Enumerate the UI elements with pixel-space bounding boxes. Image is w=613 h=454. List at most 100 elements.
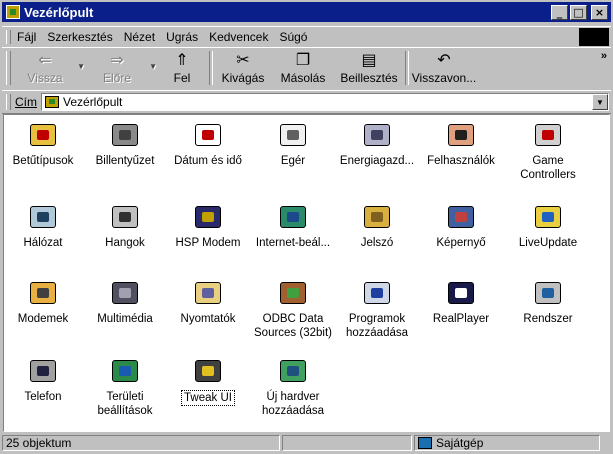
control-panel-item[interactable]: Billentyűzet bbox=[82, 119, 168, 168]
forward-arrow-icon: ⇒ bbox=[110, 50, 124, 69]
control-panel-item[interactable]: Képernyő bbox=[418, 201, 504, 250]
toolbar-overflow-chevron[interactable]: » bbox=[601, 50, 607, 62]
icon-grid: Betűtípusok Billentyűzet Dátum és idő Egér E… bbox=[4, 115, 609, 431]
realplayer-icon bbox=[445, 277, 477, 309]
control-panel-item[interactable]: Nyomtatók bbox=[165, 277, 251, 326]
menu-file[interactable]: Fájl bbox=[17, 30, 36, 44]
speaker-icon bbox=[109, 201, 141, 233]
toolbar-grip[interactable] bbox=[6, 51, 11, 85]
network-icon bbox=[27, 201, 59, 233]
control-panel-item-label: Jelszó bbox=[360, 237, 394, 249]
joystick-icon bbox=[532, 119, 564, 151]
status-zone-label: Sajátgép bbox=[436, 436, 484, 450]
control-panel-item-label: Tweak UI bbox=[181, 390, 235, 406]
menu-favorites[interactable]: Kedvencek bbox=[209, 30, 268, 44]
tools-icon bbox=[192, 201, 224, 233]
control-panel-item-label: Telefon bbox=[24, 391, 62, 403]
control-panel-item[interactable]: Tweak UI bbox=[165, 355, 251, 406]
control-panel-item[interactable]: Felhasználók bbox=[418, 119, 504, 168]
menu-go[interactable]: Ugrás bbox=[166, 30, 198, 44]
minimize-button[interactable]: _ bbox=[551, 4, 568, 20]
menu-view[interactable]: Nézet bbox=[124, 30, 155, 44]
copy-button[interactable]: ❐ Másolás bbox=[273, 48, 333, 88]
menu-grip[interactable] bbox=[6, 30, 11, 44]
windows-logo bbox=[579, 28, 609, 46]
control-panel-item-label: Új hardver hozzáadása bbox=[261, 391, 325, 417]
control-panel-item[interactable]: Dátum és idő bbox=[165, 119, 251, 168]
back-dropdown-icon[interactable]: ▼ bbox=[77, 62, 85, 71]
control-panel-item-label: ODBC Data Sources (32bit) bbox=[254, 313, 332, 339]
control-panel-item[interactable]: Programok hozzáadása bbox=[334, 277, 420, 340]
calendar-clock-icon bbox=[192, 119, 224, 151]
menu-bar: Fájl Szerkesztés Nézet Ugrás Kedvencek S… bbox=[2, 26, 611, 48]
control-panel-item-label: Rendszer bbox=[523, 313, 573, 325]
control-panel-window: Vezérlőpult _ □ × Fájl Szerkesztés Nézet… bbox=[0, 0, 613, 454]
address-value: Vezérlőpult bbox=[63, 95, 123, 109]
globe-region-icon bbox=[109, 355, 141, 387]
control-panel-item[interactable]: RealPlayer bbox=[418, 277, 504, 326]
control-panel-item-label: Területi beállítások bbox=[97, 391, 153, 417]
status-object-count: 25 objektum bbox=[2, 435, 280, 451]
title-bar[interactable]: Vezérlőpult _ □ × bbox=[2, 2, 611, 22]
address-dropdown-button[interactable]: ▼ bbox=[592, 94, 608, 110]
control-panel-item[interactable]: LiveUpdate bbox=[505, 201, 591, 250]
control-panel-item-label: HSP Modem bbox=[175, 237, 241, 249]
control-panel-item-label: Billentyűzet bbox=[95, 155, 155, 167]
up-folder-icon: ⇑ bbox=[175, 50, 189, 69]
control-panel-item-label: RealPlayer bbox=[432, 313, 490, 325]
control-panel-item[interactable]: Modemek bbox=[4, 277, 86, 326]
menu-edit[interactable]: Szerkesztés bbox=[47, 30, 112, 44]
content-pane: Betűtípusok Billentyűzet Dátum és idő Egér E… bbox=[3, 114, 610, 432]
address-field[interactable]: Vezérlőpult ▼ bbox=[41, 93, 609, 111]
control-panel-item[interactable]: Rendszer bbox=[505, 277, 591, 326]
control-panel-item-label: Modemek bbox=[17, 313, 69, 325]
control-panel-item[interactable]: Területi beállítások bbox=[82, 355, 168, 418]
globe-icon bbox=[277, 201, 309, 233]
forward-dropdown-icon[interactable]: ▼ bbox=[149, 62, 157, 71]
add-programs-icon bbox=[361, 277, 393, 309]
my-computer-icon bbox=[418, 437, 432, 449]
copy-icon: ❐ bbox=[295, 50, 311, 69]
antenna-icon bbox=[532, 201, 564, 233]
cut-button[interactable]: ✂ Kivágás bbox=[213, 48, 273, 88]
control-panel-item[interactable]: Jelszó bbox=[334, 201, 420, 250]
control-panel-item[interactable]: Új hardver hozzáadása bbox=[250, 355, 336, 418]
control-panel-item[interactable]: ODBC Data Sources (32bit) bbox=[250, 277, 336, 340]
printer-folder-icon bbox=[192, 277, 224, 309]
address-grip[interactable] bbox=[6, 94, 11, 110]
maximize-button[interactable]: □ bbox=[570, 4, 587, 20]
control-panel-item[interactable]: Energiagazd... bbox=[334, 119, 420, 168]
control-panel-item[interactable]: HSP Modem bbox=[165, 201, 251, 250]
control-panel-item-label: Energiagazd... bbox=[339, 155, 415, 167]
close-button[interactable]: × bbox=[591, 4, 608, 20]
phone-icon bbox=[27, 277, 59, 309]
undo-button[interactable]: ↶ Visszavon... bbox=[409, 48, 479, 88]
database-icon bbox=[277, 277, 309, 309]
menu-help[interactable]: Súgó bbox=[279, 30, 307, 44]
back-arrow-icon: ⇐ bbox=[38, 50, 52, 69]
control-panel-item[interactable]: Egér bbox=[250, 119, 336, 168]
power-plug-icon bbox=[361, 119, 393, 151]
back-button[interactable]: ⇐ Vissza ▼ bbox=[17, 48, 85, 88]
control-panel-item[interactable]: Internet-beál... bbox=[250, 201, 336, 250]
control-panel-item[interactable]: Hálózat bbox=[4, 201, 86, 250]
paste-button[interactable]: ▤ Beillesztés bbox=[333, 48, 405, 88]
control-panel-item[interactable]: Multimédia bbox=[82, 277, 168, 326]
multimedia-icon bbox=[109, 277, 141, 309]
monitor-icon bbox=[445, 201, 477, 233]
control-panel-item-label: Képernyő bbox=[436, 237, 486, 249]
window-title: Vezérlőpult bbox=[24, 4, 94, 20]
forward-button[interactable]: ⇒ Előre ▼ bbox=[89, 48, 157, 88]
control-panel-item[interactable]: Game Controllers bbox=[505, 119, 591, 182]
status-bar: 25 objektum Sajátgép bbox=[2, 433, 611, 453]
control-panel-item-label: Dátum és idő bbox=[174, 155, 242, 167]
control-panel-item[interactable]: Hangok bbox=[82, 201, 168, 250]
control-panel-item-label: Hálózat bbox=[23, 237, 63, 249]
mouse-icon bbox=[277, 119, 309, 151]
control-panel-item-label: Programok hozzáadása bbox=[345, 313, 409, 339]
up-button[interactable]: ⇑ Fel bbox=[161, 48, 203, 88]
control-panel-item[interactable]: Betűtípusok bbox=[4, 119, 86, 168]
control-panel-item[interactable]: Telefon bbox=[4, 355, 86, 404]
status-panel-empty bbox=[282, 435, 412, 451]
address-bar: Cím Vezérlőpult ▼ bbox=[2, 90, 611, 114]
